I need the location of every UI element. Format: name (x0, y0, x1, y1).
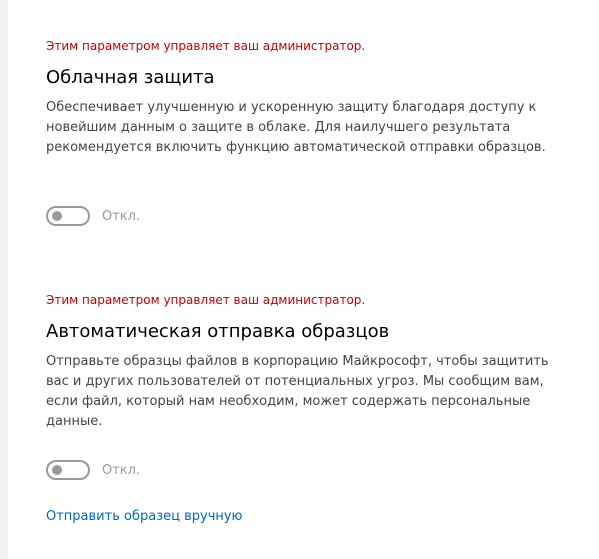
cloud-protection-toggle-row: Откл. (46, 206, 140, 226)
sample-submission-admin-note: Этим параметром управляет ваш администра… (46, 293, 366, 307)
cloud-protection-title: Облачная защита (46, 67, 215, 88)
cloud-protection-admin-note: Этим параметром управляет ваш администра… (46, 39, 366, 53)
cloud-protection-section: Этим параметром управляет ваш администра… (46, 38, 566, 158)
manual-sample-submit-link[interactable]: Отправить образец вручную (46, 508, 243, 526)
sample-submission-toggle-row: Откл. (46, 460, 140, 480)
toggle-knob (52, 211, 62, 221)
sample-submission-description: Отправьте образцы файлов в корпорацию Ма… (46, 354, 549, 429)
cloud-protection-toggle-state: Откл. (102, 208, 141, 224)
cloud-protection-toggle[interactable] (46, 206, 90, 226)
sample-submission-title: Автоматическая отправка образцов (46, 321, 390, 342)
sample-submission-section: Этим параметром управляет ваш администра… (46, 292, 566, 432)
sample-submission-toggle[interactable] (46, 460, 90, 480)
left-nav-edge (0, 0, 8, 559)
cloud-protection-description: Обеспечивает улучшенную и ускоренную защ… (46, 100, 546, 155)
sample-submission-toggle-state: Откл. (102, 462, 141, 478)
toggle-knob (52, 465, 62, 475)
